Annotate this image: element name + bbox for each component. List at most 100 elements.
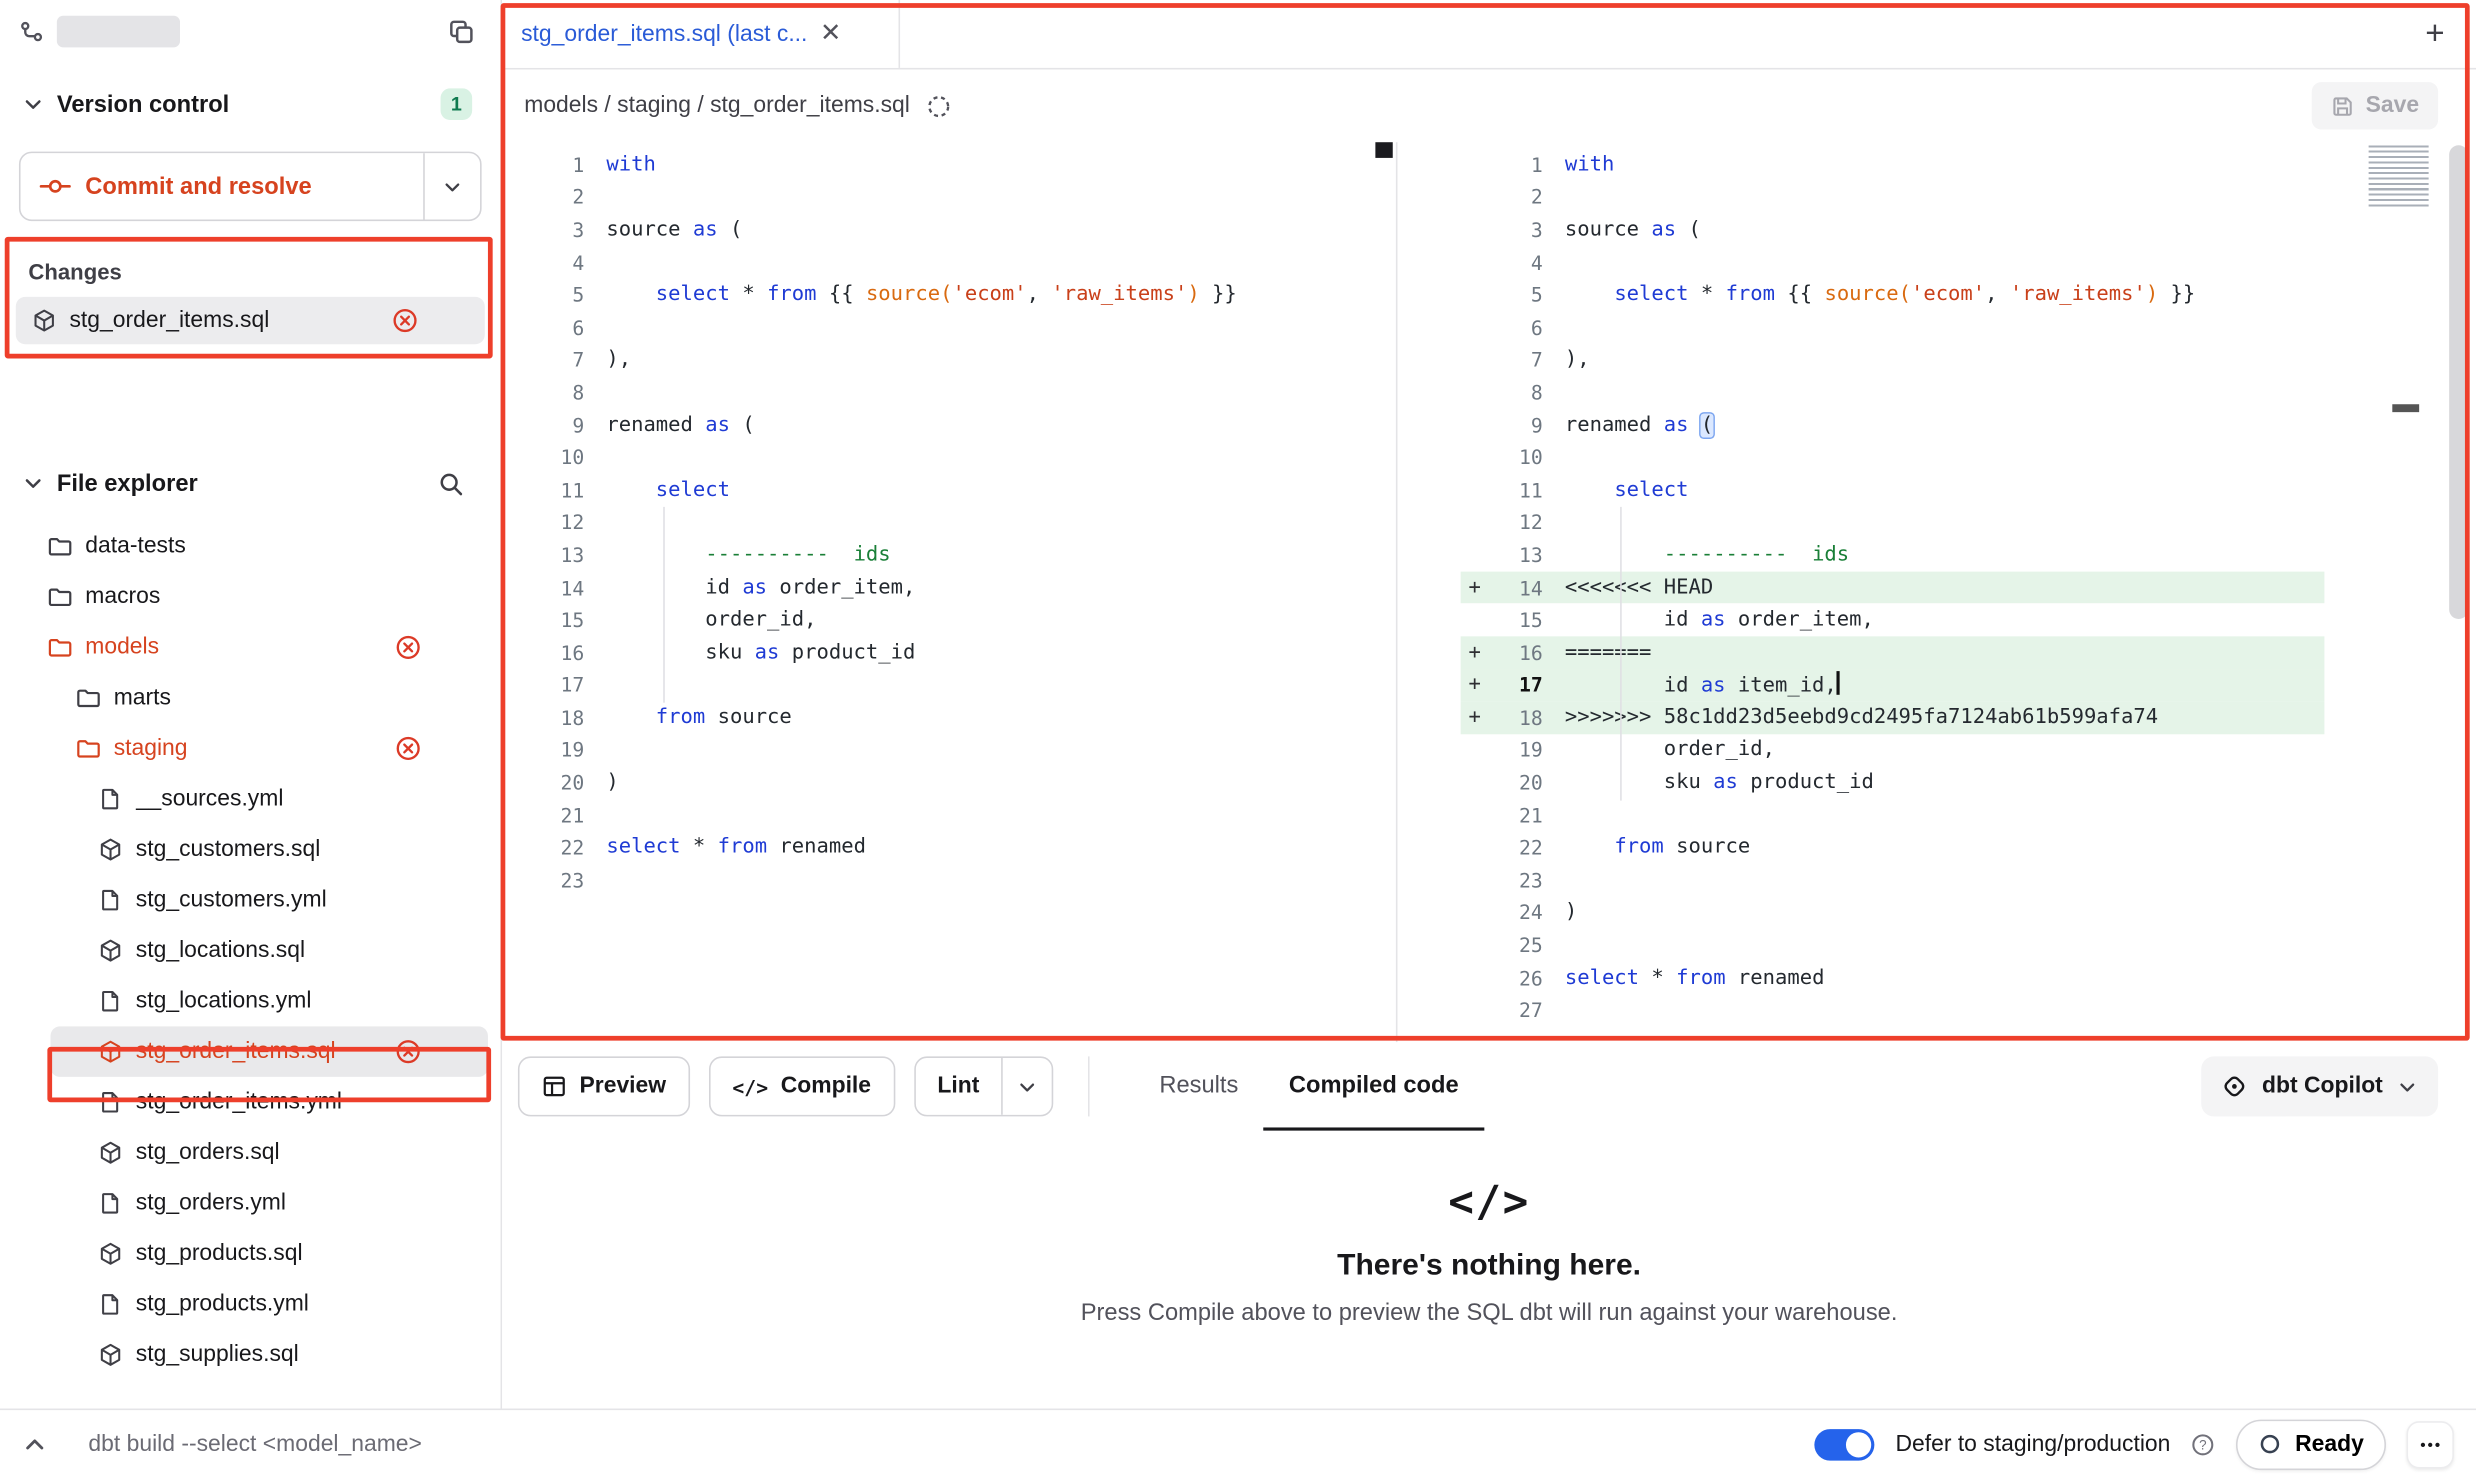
file-explorer-item-stg-products-sql[interactable]: stg_products.sql bbox=[51, 1229, 488, 1280]
code-line[interactable]: 23 bbox=[502, 864, 1396, 897]
code-line[interactable]: 3source as ( bbox=[1461, 213, 2325, 246]
editor-scroll-indicator[interactable] bbox=[2392, 404, 2419, 412]
code-line[interactable]: 12 bbox=[1461, 506, 2325, 539]
code-line[interactable]: +16======= bbox=[1461, 636, 2325, 669]
code-line[interactable]: 10 bbox=[1461, 441, 2325, 474]
code-line[interactable]: 6 bbox=[1461, 311, 2325, 344]
code-line[interactable]: 14 id as order_item, bbox=[502, 571, 1396, 604]
conflict-icon[interactable] bbox=[395, 1038, 422, 1065]
code-line[interactable]: 8 bbox=[1461, 376, 2325, 409]
more-menu-button[interactable] bbox=[2407, 1420, 2454, 1467]
code-line[interactable]: 13 ---------- ids bbox=[1461, 539, 2325, 572]
file-explorer-item-stg-order-items-yml[interactable]: stg_order_items.yml bbox=[51, 1077, 488, 1128]
code-line[interactable]: +18>>>>>>> 58c1dd23d5eebd9cd2495fa7124ab… bbox=[1461, 701, 2325, 734]
code-line[interactable]: 17 bbox=[502, 669, 1396, 702]
chevron-down-icon[interactable] bbox=[22, 472, 44, 494]
code-line[interactable]: 8 bbox=[502, 376, 1396, 409]
code-line[interactable]: 27 bbox=[1461, 994, 2325, 1027]
code-line[interactable]: 19 order_id, bbox=[1461, 734, 2325, 767]
code-line[interactable]: 16 sku as product_id bbox=[502, 636, 1396, 669]
lint-options-caret[interactable] bbox=[1001, 1058, 1052, 1115]
code-line[interactable]: 15 id as order_item, bbox=[1461, 604, 2325, 637]
code-line[interactable]: 26select * from renamed bbox=[1461, 961, 2325, 994]
code-line[interactable]: 11 select bbox=[1461, 474, 2325, 507]
code-line[interactable]: 9renamed as ( bbox=[1461, 409, 2325, 442]
code-line[interactable]: 21 bbox=[1461, 799, 2325, 832]
code-line[interactable]: 10 bbox=[502, 441, 1396, 474]
file-explorer-item-stg-orders-yml[interactable]: stg_orders.yml bbox=[51, 1178, 488, 1229]
lint-button[interactable]: Lint bbox=[915, 1058, 1001, 1115]
conflict-icon[interactable] bbox=[395, 634, 422, 661]
save-button[interactable]: Save bbox=[2312, 82, 2438, 129]
file-explorer-item-stg-orders-sql[interactable]: stg_orders.sql bbox=[51, 1127, 488, 1178]
copy-icon[interactable] bbox=[447, 17, 475, 45]
code-line[interactable]: 21 bbox=[502, 799, 1396, 832]
conflict-icon[interactable] bbox=[395, 735, 422, 762]
code-line[interactable]: 18 from source bbox=[502, 701, 1396, 734]
code-line[interactable]: 15 order_id, bbox=[502, 604, 1396, 637]
defer-toggle[interactable] bbox=[1815, 1428, 1875, 1460]
chevron-down-icon[interactable] bbox=[22, 93, 44, 115]
code-line[interactable]: 4 bbox=[502, 246, 1396, 279]
code-line[interactable]: 2 bbox=[502, 181, 1396, 214]
tab-compiled-code[interactable]: Compiled code bbox=[1264, 1042, 1484, 1130]
code-line[interactable]: 3source as ( bbox=[502, 213, 1396, 246]
chevron-up-icon[interactable] bbox=[22, 1431, 47, 1456]
close-icon[interactable]: ✕ bbox=[820, 21, 841, 46]
file-explorer-item-models[interactable]: models bbox=[13, 622, 488, 673]
file-explorer-item-marts[interactable]: marts bbox=[25, 673, 488, 724]
code-line[interactable]: 23 bbox=[1461, 864, 2325, 897]
commit-and-resolve-button[interactable]: Commit and resolve bbox=[19, 152, 482, 221]
code-line[interactable]: 1with bbox=[1461, 148, 2325, 181]
code-line[interactable]: 11 select bbox=[502, 474, 1396, 507]
code-line[interactable]: 20 sku as product_id bbox=[1461, 766, 2325, 799]
command-input[interactable]: dbt build --select <model_name> bbox=[88, 1431, 421, 1456]
lineage-icon[interactable] bbox=[926, 92, 953, 119]
file-explorer-header[interactable]: File explorer bbox=[0, 448, 501, 517]
editor-scrollbar-thumb[interactable] bbox=[2449, 145, 2468, 619]
new-tab-button[interactable]: + bbox=[2413, 13, 2457, 57]
file-explorer-item-macros[interactable]: macros bbox=[13, 572, 488, 623]
code-line[interactable]: 9renamed as ( bbox=[502, 409, 1396, 442]
code-line[interactable]: 22 from source bbox=[1461, 831, 2325, 864]
preview-button[interactable]: Preview bbox=[518, 1056, 690, 1116]
pane-scrollbar[interactable] bbox=[1375, 142, 1392, 158]
code-line[interactable]: 19 bbox=[502, 734, 1396, 767]
commit-button-main[interactable]: Commit and resolve bbox=[21, 153, 424, 219]
version-control-header[interactable]: Version control 1 bbox=[0, 69, 501, 138]
code-line[interactable]: 7), bbox=[502, 344, 1396, 377]
editor-pane-original[interactable]: 1with23source as (45 select * from {{ so… bbox=[502, 142, 1397, 1042]
discard-change-icon[interactable] bbox=[392, 307, 419, 334]
file-explorer-item-stg-supplies-sql[interactable]: stg_supplies.sql bbox=[51, 1330, 488, 1381]
code-line[interactable]: 5 select * from {{ source('ecom', 'raw_i… bbox=[1461, 279, 2325, 312]
compile-button[interactable]: </> Compile bbox=[709, 1056, 895, 1116]
workflow-icon[interactable] bbox=[19, 19, 44, 44]
file-explorer-item-stg-locations-yml[interactable]: stg_locations.yml bbox=[51, 976, 488, 1027]
commit-options-caret[interactable] bbox=[423, 153, 480, 219]
change-item[interactable]: stg_order_items.sql bbox=[16, 297, 485, 344]
code-line[interactable]: 7), bbox=[1461, 344, 2325, 377]
editor-pane-modified[interactable]: 1with23source as (45 select * from {{ so… bbox=[1461, 142, 2476, 1042]
file-explorer-item-stg-products-yml[interactable]: stg_products.yml bbox=[51, 1279, 488, 1330]
help-icon[interactable]: ? bbox=[2191, 1431, 2216, 1456]
diff-editor[interactable]: 1with23source as (45 select * from {{ so… bbox=[502, 142, 2476, 1042]
file-explorer-item-stg-customers-yml[interactable]: stg_customers.yml bbox=[51, 875, 488, 926]
file-explorer-item-stg-order-items-sql[interactable]: stg_order_items.sql bbox=[51, 1026, 488, 1077]
code-line[interactable]: 24) bbox=[1461, 896, 2325, 929]
search-icon[interactable] bbox=[430, 467, 473, 499]
code-line[interactable]: 13 ---------- ids bbox=[502, 539, 1396, 572]
code-line[interactable]: 12 bbox=[502, 506, 1396, 539]
code-line[interactable]: 6 bbox=[502, 311, 1396, 344]
file-explorer-item-stg-customers-sql[interactable]: stg_customers.sql bbox=[51, 824, 488, 875]
code-line[interactable]: 20) bbox=[502, 766, 1396, 799]
code-line[interactable]: 22select * from renamed bbox=[502, 831, 1396, 864]
file-explorer-item--sources-yml[interactable]: __sources.yml bbox=[51, 774, 488, 825]
tab-results[interactable]: Results bbox=[1134, 1042, 1264, 1130]
code-line[interactable]: +14<<<<<<< HEAD bbox=[1461, 571, 2325, 604]
code-line[interactable]: 1with bbox=[502, 148, 1396, 181]
code-line[interactable]: 5 select * from {{ source('ecom', 'raw_i… bbox=[502, 279, 1396, 312]
file-explorer-item-data-tests[interactable]: data-tests bbox=[13, 521, 488, 572]
code-line[interactable]: +17 id as item_id, bbox=[1461, 669, 2325, 702]
dbt-copilot-button[interactable]: dbt Copilot bbox=[2202, 1056, 2438, 1116]
minimap[interactable] bbox=[2369, 145, 2429, 208]
